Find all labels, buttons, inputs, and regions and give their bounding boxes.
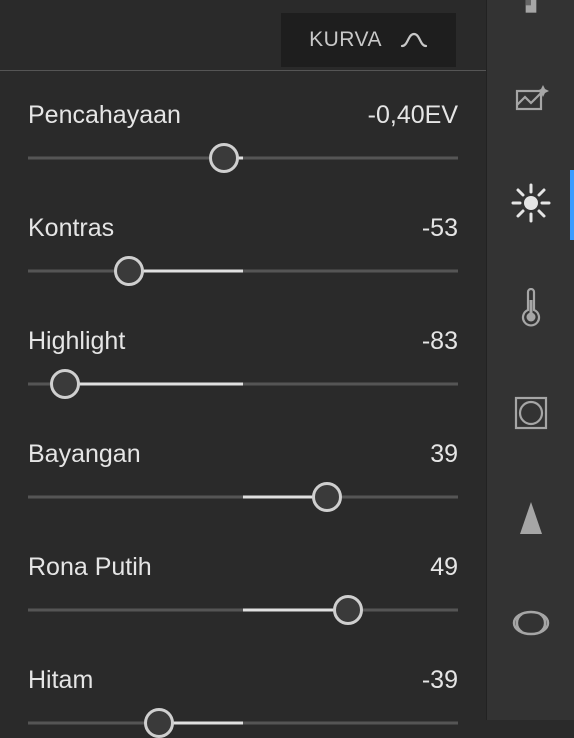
- slider-track[interactable]: [28, 487, 458, 507]
- slider-header: Hitam -39: [28, 666, 458, 695]
- slider-header: Pencahayaan -0,40EV: [28, 101, 458, 130]
- track-base: [28, 270, 458, 273]
- slider-value[interactable]: -39: [422, 666, 458, 695]
- track-base: [28, 157, 458, 160]
- sharpen-icon: [518, 500, 544, 541]
- adjustments-panel: KURVA Pencahayaan -0,40EV Kontras -53 Hi…: [0, 0, 486, 720]
- slider-label: Pencahayaan: [28, 101, 181, 130]
- slider-label: Bayangan: [28, 440, 141, 469]
- slider-label: Kontras: [28, 214, 114, 243]
- vignette-icon-button[interactable]: [487, 390, 574, 440]
- crop-icon: [516, 0, 546, 23]
- slider-header: Highlight -83: [28, 327, 458, 356]
- slider-track[interactable]: [28, 148, 458, 168]
- vignette-icon: [514, 396, 548, 435]
- auto-enhance-icon: [513, 83, 549, 118]
- light-icon-button[interactable]: [487, 180, 574, 230]
- slider-label: Highlight: [28, 327, 125, 356]
- panel-header: KURVA: [0, 0, 486, 70]
- slider-rona-putih: Rona Putih 49: [28, 553, 458, 620]
- slider-header: Kontras -53: [28, 214, 458, 243]
- light-icon: [511, 183, 551, 228]
- slider-header: Rona Putih 49: [28, 553, 458, 582]
- lens-icon: [512, 610, 550, 641]
- slider-pencahayaan: Pencahayaan -0,40EV: [28, 101, 458, 168]
- slider-header: Bayangan 39: [28, 440, 458, 469]
- track-fill: [65, 383, 243, 386]
- slider-track[interactable]: [28, 374, 458, 394]
- curve-icon: [400, 30, 428, 50]
- slider-track[interactable]: [28, 713, 458, 733]
- slider-value[interactable]: -53: [422, 214, 458, 243]
- curve-button[interactable]: KURVA: [281, 13, 456, 67]
- slider-thumb[interactable]: [50, 369, 80, 399]
- sharpen-icon-button[interactable]: [487, 495, 574, 545]
- temperature-icon-button[interactable]: [487, 285, 574, 335]
- slider-track[interactable]: [28, 600, 458, 620]
- slider-thumb[interactable]: [312, 482, 342, 512]
- tool-rail: [486, 0, 574, 720]
- slider-value[interactable]: 39: [430, 440, 458, 469]
- crop-icon-button[interactable]: [487, 0, 574, 20]
- slider-thumb[interactable]: [114, 256, 144, 286]
- slider-thumb[interactable]: [209, 143, 239, 173]
- slider-track[interactable]: [28, 261, 458, 281]
- slider-hitam: Hitam -39: [28, 666, 458, 733]
- slider-thumb[interactable]: [333, 595, 363, 625]
- sliders-container: Pencahayaan -0,40EV Kontras -53 Highligh…: [0, 71, 486, 733]
- slider-value[interactable]: -0,40EV: [368, 101, 458, 130]
- slider-value[interactable]: 49: [430, 553, 458, 582]
- slider-thumb[interactable]: [144, 708, 174, 738]
- slider-highlight: Highlight -83: [28, 327, 458, 394]
- slider-bayangan: Bayangan 39: [28, 440, 458, 507]
- slider-kontras: Kontras -53: [28, 214, 458, 281]
- slider-label: Rona Putih: [28, 553, 152, 582]
- slider-value[interactable]: -83: [422, 327, 458, 356]
- slider-label: Hitam: [28, 666, 93, 695]
- track-fill: [129, 270, 243, 273]
- temperature-icon: [519, 288, 543, 333]
- auto-enhance-icon-button[interactable]: [487, 75, 574, 125]
- curve-button-label: KURVA: [309, 28, 382, 52]
- track-base: [28, 722, 458, 725]
- lens-icon-button[interactable]: [487, 600, 574, 650]
